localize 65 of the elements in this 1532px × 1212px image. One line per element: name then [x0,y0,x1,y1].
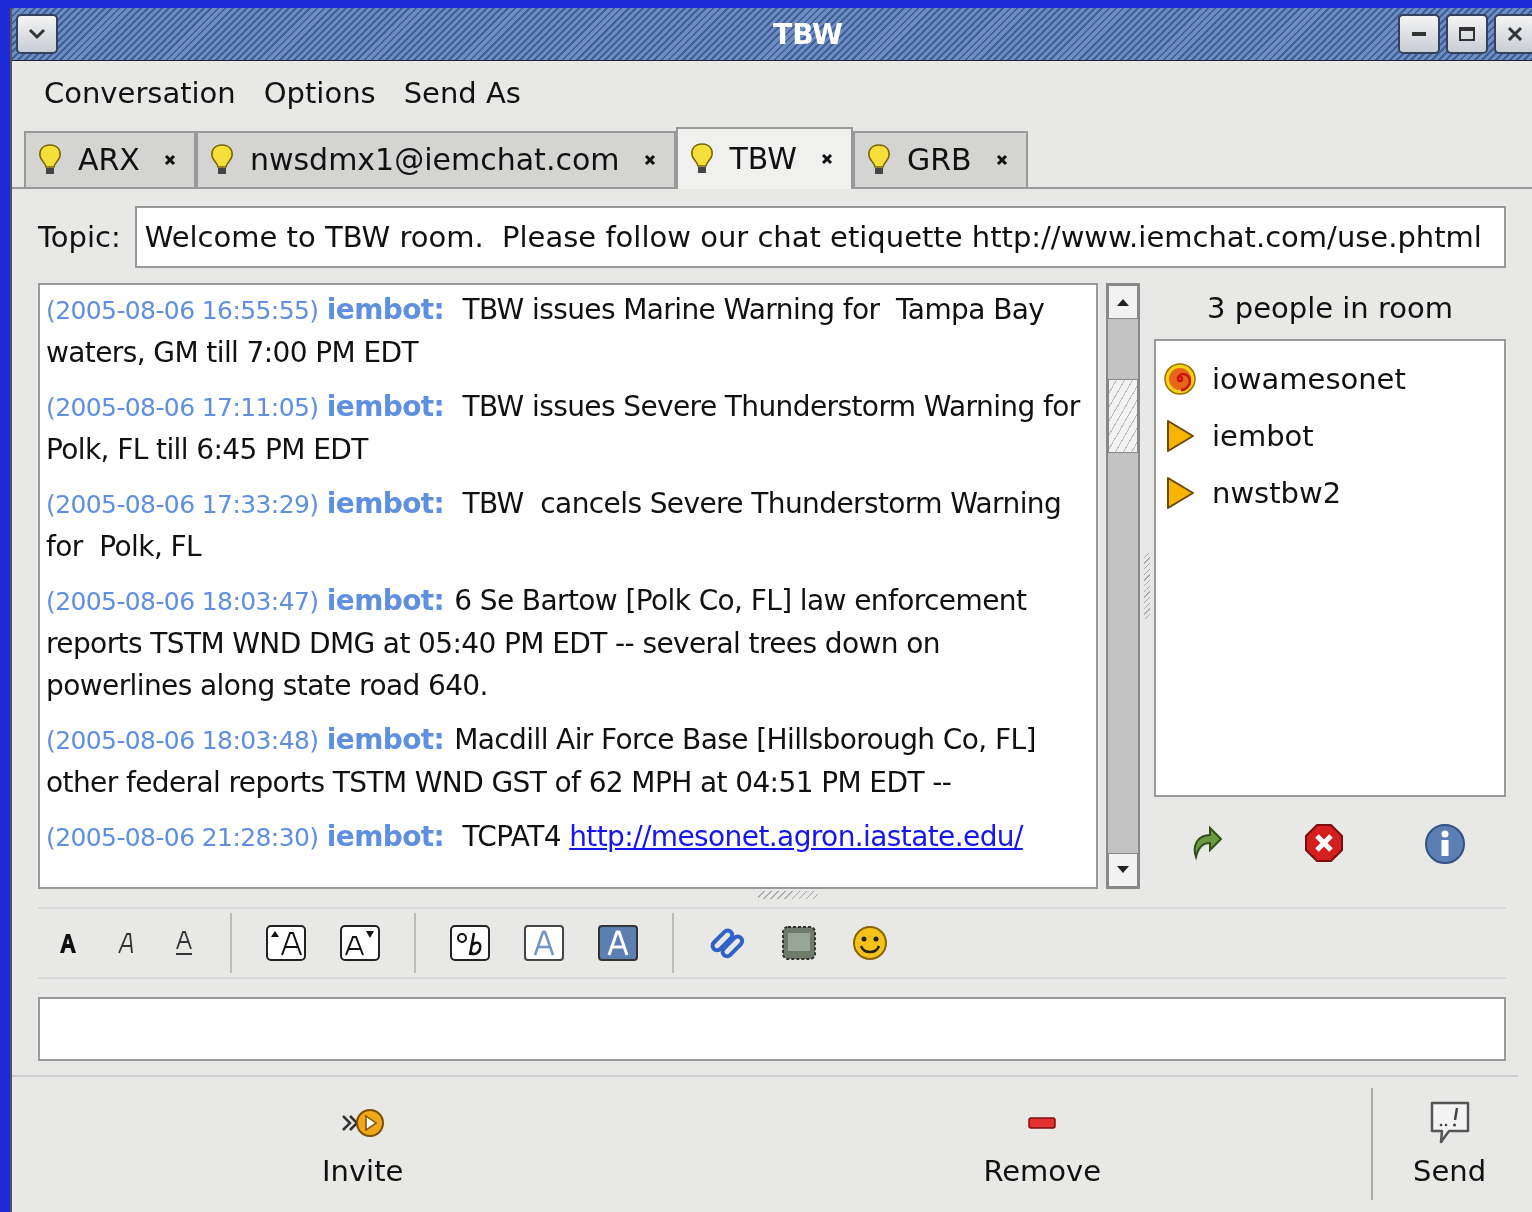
member-item[interactable]: iembot [1162,407,1498,465]
close-icon [1506,26,1524,42]
chat-message: (2005-08-06 18:03:48) iembot: Macdill Air Force Base [Hillsborough Co, FL] other federal reports TSTM WND GST of 62 MPH at 04:51 PM EDT -- [46,721,1037,801]
minimize-button[interactable] [1398,14,1440,54]
send-button[interactable]: Send [1403,1096,1497,1193]
minimize-icon [1412,32,1426,36]
maximize-button[interactable] [1446,14,1488,54]
text-color-icon[interactable] [524,924,564,961]
spiral-icon [1162,362,1198,397]
image-icon[interactable] [780,923,818,962]
member-name: iembot [1212,419,1314,454]
remove-button[interactable]: Remove [973,1096,1112,1193]
pane-splitter-grip[interactable] [758,890,818,899]
scroll-thumb[interactable] [1108,378,1138,453]
message-input[interactable] [38,996,1506,1061]
chevron-down-icon [27,27,47,41]
pane-splitter-grip[interactable] [1144,552,1150,619]
message-link[interactable]: http://mesonet.agron.iastate.edu/ [569,819,1023,853]
topic-field[interactable]: Welcome to TBW room. Please follow our chat etiquette http://www.iemchat.com/use.phtml [134,205,1506,268]
conversation-tab[interactable]: TBW [675,126,853,189]
light-bulb-icon [209,142,234,177]
conversation-tab[interactable]: nwsdmx1@iemchat.com [195,130,676,187]
chat-message: (2005-08-06 21:28:30) iembot: TCPAT4 http://mesonet.agron.iastate.edu/ [46,818,1025,855]
light-bulb-icon [867,142,891,177]
info-icon[interactable] [1424,822,1466,865]
conversation-tab[interactable]: ARX [24,130,196,187]
menu-item[interactable]: Send As [391,72,533,115]
window-title: TBW [772,17,844,51]
smiley-icon[interactable] [852,924,888,961]
scrollbar[interactable] [1106,282,1140,889]
member-item[interactable]: iowamesonet [1162,350,1498,408]
member-item[interactable]: nwstbw2 [1162,464,1498,522]
font-face-icon[interactable] [450,924,490,961]
close-icon[interactable] [163,153,176,166]
people-count: 3 people in room [1206,289,1454,327]
member-name: iowamesonet [1212,362,1406,397]
conversation-tab[interactable]: GRB [853,130,1028,187]
window-menu-button[interactable] [16,14,58,54]
chat-message: (2005-08-06 18:03:47) iembot: 6 Se Bartow [Polk Co, FL] law enforcement reports TSTM WND DMG at 05:40 PM EDT -- several trees down on powerlines along state road 640. [46,582,1028,704]
tab-label: nwsdmx1@iemchat.com [249,142,620,178]
larger-text-icon[interactable] [266,924,306,961]
chat-message: (2005-08-06 17:33:29) iembot: TBW cancels Severe Thunderstorm Warning for Polk, FL [46,485,1063,565]
tab-label: ARX [78,142,140,178]
background-color-icon[interactable] [598,924,638,961]
menu-item[interactable]: Options [251,72,388,115]
close-icon[interactable] [643,153,656,166]
tab-label: TBW [729,141,797,177]
maximize-icon [1458,26,1476,42]
minus-icon [1028,1116,1057,1131]
menu-item[interactable]: Conversation [32,72,248,115]
light-bulb-icon [38,142,62,177]
smaller-text-icon[interactable] [340,924,380,961]
topic-label: Topic: [38,219,121,254]
kick-icon[interactable] [1304,822,1344,865]
invite-button[interactable]: Invite [312,1096,414,1193]
close-icon[interactable] [821,152,833,165]
close-button[interactable] [1494,14,1532,54]
scroll-down-button[interactable] [1108,852,1138,887]
member-name: nwstbw2 [1212,476,1342,511]
light-bulb-icon [689,141,714,176]
chat-message: (2005-08-06 17:11:05) iembot: TBW issues Severe Thunderstorm Warning for Polk, FL till 6:45 PM EDT [46,388,1082,468]
tab-label: GRB [907,142,972,178]
close-icon[interactable] [995,153,1008,166]
scroll-up-button[interactable] [1108,284,1138,319]
chat-message: (2005-08-06 16:55:55) iembot: TBW issues Marine Warning for Tampa Bay waters, GM till 7:00 PM EDT [46,291,1046,371]
